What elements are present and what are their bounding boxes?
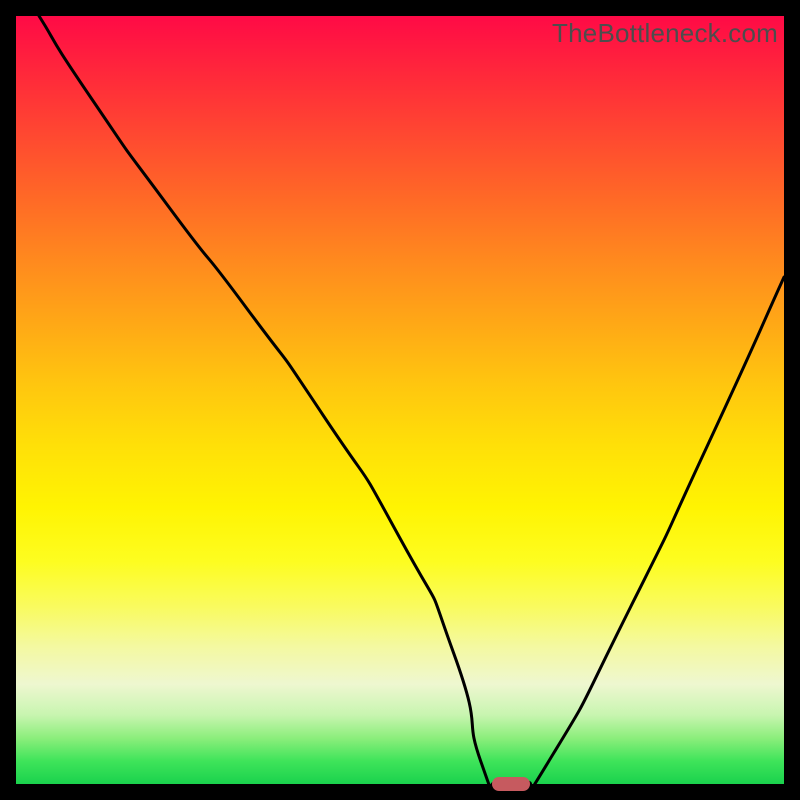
optimal-marker — [492, 777, 530, 791]
line-chart-svg — [16, 16, 784, 784]
bottleneck-curve-path — [39, 16, 784, 784]
plot-area: TheBottleneck.com — [16, 16, 784, 784]
chart-frame: TheBottleneck.com — [0, 0, 800, 800]
